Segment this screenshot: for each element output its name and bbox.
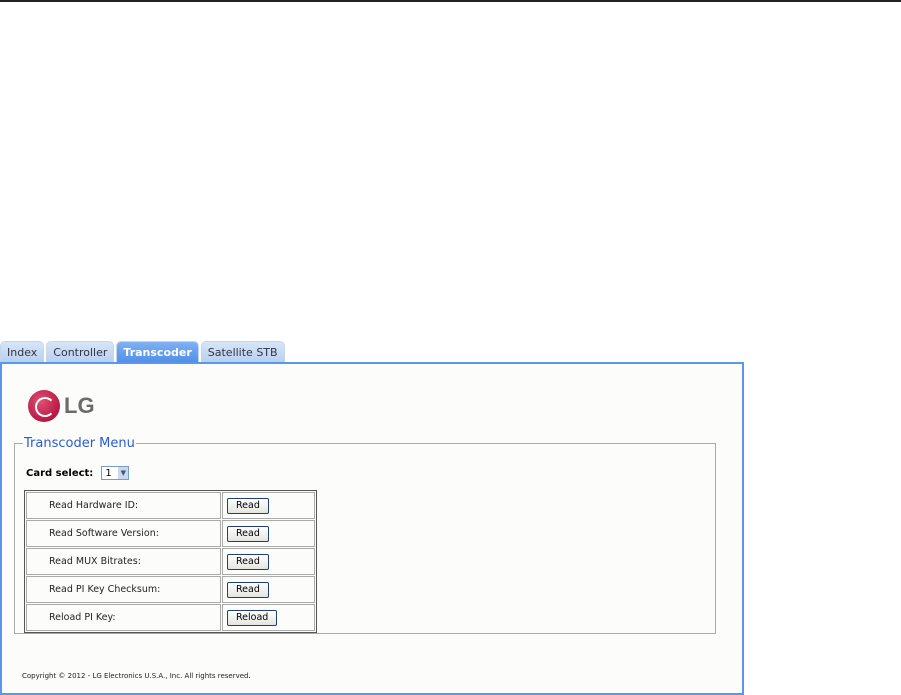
- table-row: Read PI Key Checksum: Read: [26, 576, 315, 603]
- lg-logo-icon: [28, 390, 60, 422]
- row-label: Read MUX Bitrates:: [26, 548, 221, 575]
- card-select-label: Card select:: [26, 467, 94, 479]
- lg-logo: LG: [28, 390, 95, 422]
- read-pi-key-checksum-button[interactable]: Read: [227, 581, 269, 598]
- actions-table: Read Hardware ID: Read Read Software Vers…: [24, 490, 317, 633]
- row-label: Read Hardware ID:: [26, 492, 221, 519]
- row-label: Reload PI Key:: [26, 604, 221, 631]
- tab-transcoder[interactable]: Transcoder: [116, 341, 199, 363]
- tab-controller[interactable]: Controller: [46, 341, 115, 363]
- menu-title: Transcoder Menu: [24, 436, 135, 451]
- tab-satellite-stb[interactable]: Satellite STB: [200, 341, 285, 363]
- card-select[interactable]: 1 ▼: [101, 466, 130, 480]
- copyright: Copyright © 2012 - LG Electronics U.S.A.…: [22, 672, 251, 680]
- table-row: Read Software Version: Read: [26, 520, 315, 547]
- card-select-row: Card select: 1 ▼: [26, 466, 130, 480]
- lg-logo-text: LG: [64, 393, 95, 418]
- reload-pi-key-button[interactable]: Reload: [227, 609, 278, 626]
- content-panel: LG Transcoder Menu Card select: 1 ▼ Read …: [0, 362, 744, 695]
- tab-index[interactable]: Index: [0, 341, 45, 363]
- chevron-down-icon: ▼: [118, 467, 129, 479]
- table-row: Read Hardware ID: Read: [26, 492, 315, 519]
- read-hardware-id-button[interactable]: Read: [227, 497, 269, 514]
- read-mux-bitrates-button[interactable]: Read: [227, 553, 269, 570]
- top-border: [0, 0, 901, 2]
- table-row: Read MUX Bitrates: Read: [26, 548, 315, 575]
- card-select-value: 1: [105, 467, 112, 479]
- tab-bar: Index Controller Transcoder Satellite ST…: [0, 341, 285, 363]
- read-software-version-button[interactable]: Read: [227, 525, 269, 542]
- row-label: Read PI Key Checksum:: [26, 576, 221, 603]
- row-label: Read Software Version:: [26, 520, 221, 547]
- table-row: Reload PI Key: Reload: [26, 604, 315, 631]
